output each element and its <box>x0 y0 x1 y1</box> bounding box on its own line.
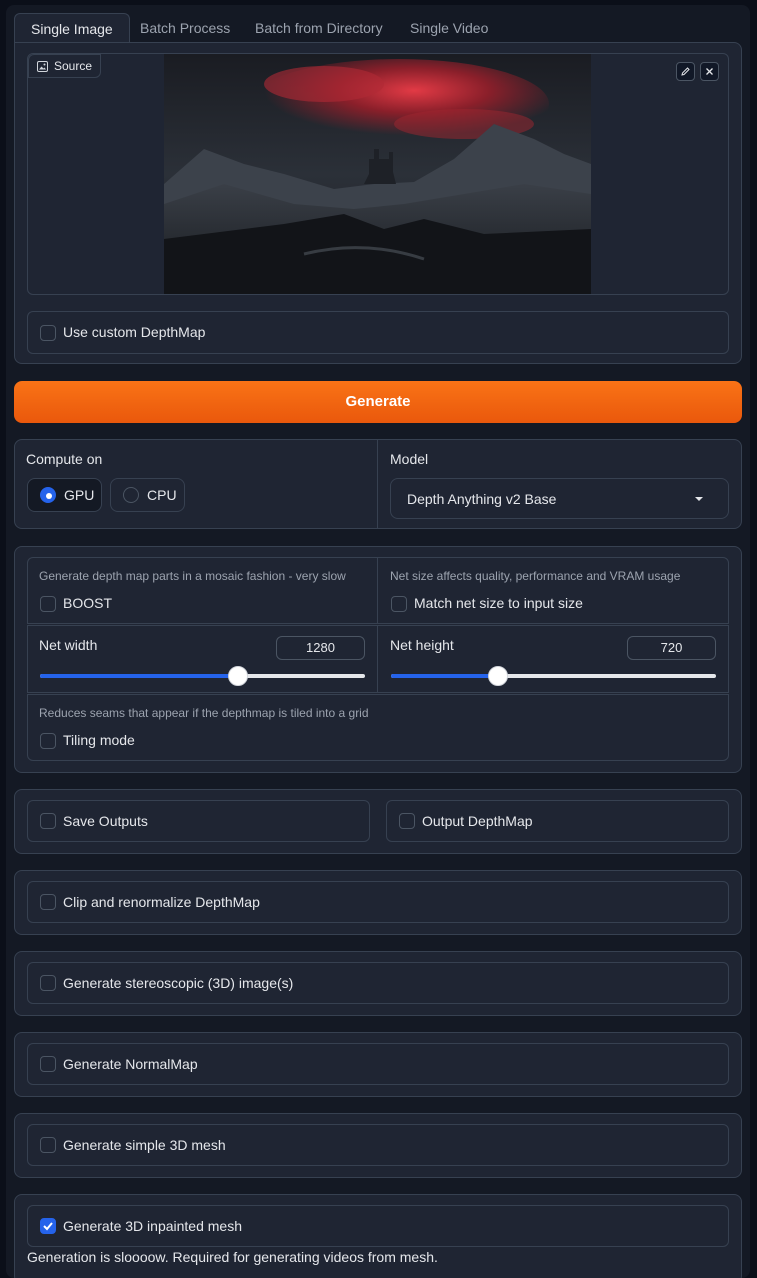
net-width-slider-track[interactable] <box>40 674 365 678</box>
boost-label: BOOST <box>63 595 113 611</box>
generate-button[interactable]: Generate <box>14 381 742 423</box>
stereo-checkbox[interactable] <box>40 975 56 991</box>
source-label: Source <box>28 54 102 78</box>
save-outputs-checkbox[interactable] <box>40 813 56 829</box>
tiling-checkbox[interactable] <box>40 733 56 749</box>
chevron-down-icon <box>695 497 703 501</box>
simple-mesh-checkbox[interactable] <box>40 1137 56 1153</box>
clip-checkbox[interactable] <box>40 894 56 910</box>
custom-depthmap-label: Use custom DepthMap <box>63 324 206 340</box>
tab-batch-process[interactable]: Batch Process <box>124 13 246 43</box>
output-depthmap-label: Output DepthMap <box>422 813 533 829</box>
boost-checkbox[interactable] <box>40 596 56 612</box>
match-net-info: Net size affects quality, performance an… <box>390 569 681 583</box>
radio-gpu-label: GPU <box>64 487 95 503</box>
tab-single-video[interactable]: Single Video <box>394 13 504 43</box>
net-width-input[interactable]: 1280 <box>276 636 365 660</box>
source-image <box>164 54 591 294</box>
simple-mesh-label: Generate simple 3D mesh <box>63 1137 226 1153</box>
clear-image-button[interactable] <box>700 62 719 81</box>
inpainted-mesh-checkbox[interactable] <box>40 1218 56 1234</box>
match-net-block <box>377 557 729 624</box>
compute-model-divider <box>377 440 378 528</box>
save-outputs-label: Save Outputs <box>63 813 148 829</box>
match-net-label: Match net size to input size <box>414 595 583 611</box>
match-net-checkbox[interactable] <box>391 596 407 612</box>
clip-label: Clip and renormalize DepthMap <box>63 894 260 910</box>
model-label: Model <box>390 451 429 467</box>
net-height-label: Net height <box>390 637 454 653</box>
tab-batch-from-directory[interactable]: Batch from Directory <box>239 13 399 43</box>
tab-single-image[interactable]: Single Image <box>14 13 130 43</box>
radio-cpu[interactable]: CPU <box>110 478 185 512</box>
custom-depthmap-checkbox[interactable] <box>40 325 56 341</box>
net-width-label: Net width <box>39 637 98 653</box>
net-height-slider-fill <box>391 674 499 678</box>
stereo-label: Generate stereoscopic (3D) image(s) <box>63 975 294 991</box>
net-width-slider-fill <box>40 674 239 678</box>
boost-block <box>27 557 378 624</box>
inpainted-mesh-note: Generation is sloooow. Required for gene… <box>27 1249 438 1265</box>
tiling-block <box>27 694 729 761</box>
tiling-label: Tiling mode <box>63 732 135 748</box>
net-height-slider-track[interactable] <box>391 674 716 678</box>
normalmap-checkbox[interactable] <box>40 1056 56 1072</box>
normalmap-label: Generate NormalMap <box>63 1056 198 1072</box>
output-depthmap-checkbox[interactable] <box>399 813 415 829</box>
boost-info: Generate depth map parts in a mosaic fas… <box>39 569 346 583</box>
source-label-text: Source <box>54 59 93 73</box>
model-dropdown-value: Depth Anything v2 Base <box>407 491 557 507</box>
pencil-icon <box>681 67 690 76</box>
close-icon <box>706 68 713 75</box>
inpainted-mesh-label: Generate 3D inpainted mesh <box>63 1218 242 1234</box>
edit-button[interactable] <box>676 62 695 81</box>
model-dropdown[interactable]: Depth Anything v2 Base <box>390 478 729 519</box>
compute-label: Compute on <box>26 451 103 467</box>
net-height-input[interactable]: 720 <box>627 636 716 660</box>
radio-cpu-dot <box>123 487 139 503</box>
radio-cpu-label: CPU <box>147 487 177 503</box>
image-icon <box>37 60 48 72</box>
radio-gpu-dot <box>40 487 56 503</box>
radio-gpu[interactable]: GPU <box>27 478 102 512</box>
tiling-info: Reduces seams that appear if the depthma… <box>39 706 369 720</box>
